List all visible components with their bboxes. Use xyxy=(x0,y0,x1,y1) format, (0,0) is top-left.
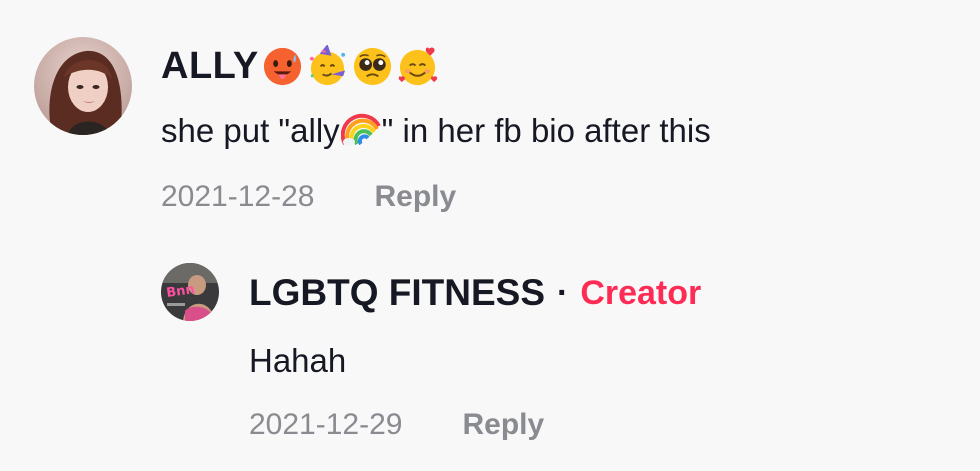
avatar[interactable] xyxy=(34,37,132,135)
reply-avatar[interactable]: Bnn xyxy=(161,263,219,321)
hot-face-emoji xyxy=(263,47,301,85)
separator-dot: · xyxy=(557,273,569,312)
reply-date: 2021-12-29 xyxy=(249,408,403,441)
comment-meta: 2021-12-28 Reply xyxy=(161,180,456,214)
comment-text: she put "ally " in her fb bio after this xyxy=(161,112,711,150)
reply-to-reply-button[interactable]: Reply xyxy=(462,408,544,442)
creator-badge: Creator xyxy=(580,273,702,312)
username-text: ALLY xyxy=(161,44,259,87)
comment-item: ALLY she put "ally " in her fb bio after… xyxy=(0,0,980,230)
reply-button[interactable]: Reply xyxy=(374,180,456,214)
comment-date: 2021-12-28 xyxy=(161,180,315,213)
reply-meta: 2021-12-29 Reply xyxy=(249,408,544,442)
comment-text-after: " in her fb bio after this xyxy=(381,112,711,149)
username-emojis xyxy=(261,44,439,88)
pleading-face-emoji xyxy=(353,47,391,85)
partying-face-emoji xyxy=(309,44,345,85)
rainbow-emoji xyxy=(340,113,381,146)
reply-text: Hahah xyxy=(249,342,347,379)
comment-text-before: she put "ally xyxy=(161,112,340,149)
smiling-face-with-hearts-emoji xyxy=(398,46,437,85)
reply-header: LGBTQ FITNESS · Creator xyxy=(249,270,701,316)
reply-username[interactable]: LGBTQ FITNESS xyxy=(249,272,545,314)
comments-panel: ALLY she put "ally " in her fb bio after… xyxy=(0,0,980,471)
comment-username[interactable]: ALLY xyxy=(161,44,439,88)
